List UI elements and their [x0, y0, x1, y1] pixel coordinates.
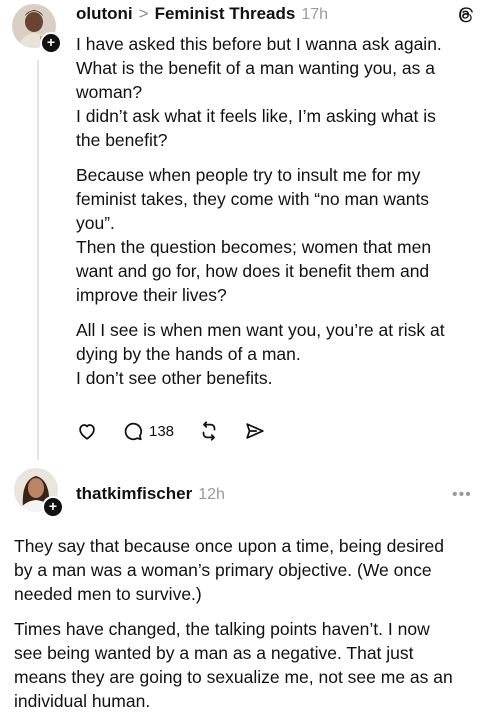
post-body: I have asked this before but I wanna ask…	[76, 32, 476, 390]
repost-icon	[202, 421, 216, 441]
paragraph-1: They say that because once upon a time, …	[14, 534, 484, 606]
text-line: means they are going to sexualize me, no…	[14, 667, 453, 687]
paragraph-1: I have asked this before but I wanna ask…	[76, 32, 476, 152]
text-line: feminist takes, they come with “no man w…	[76, 189, 430, 209]
username[interactable]: olutoni	[76, 4, 133, 24]
text-line: woman?	[76, 82, 143, 102]
avatar-thatkimfischer-wrap[interactable]: +	[14, 468, 66, 520]
share-icon	[246, 423, 264, 439]
text-line: you”.	[76, 213, 115, 233]
thread-line	[37, 60, 39, 460]
text-line: improve their lives?	[76, 285, 227, 305]
text-line: see being wanted by a man as a negative.…	[14, 643, 414, 663]
post-actions: 138	[76, 420, 290, 442]
text-line: I don’t see other benefits.	[76, 368, 273, 388]
comment-count: 138	[149, 422, 175, 440]
post-body: They say that because once upon a time, …	[14, 534, 484, 713]
text-line: Because when people try to insult me for…	[76, 165, 421, 185]
repost-button[interactable]	[198, 420, 220, 442]
share-button[interactable]	[244, 420, 266, 442]
comment-icon	[124, 422, 143, 441]
post-time: 17h	[301, 6, 329, 23]
text-line: They say that because once upon a time, …	[14, 536, 444, 556]
paragraph-3: All I see is when men want you, you’re a…	[76, 318, 476, 390]
text-line: want and go for, how does it benefit the…	[76, 261, 430, 281]
text-line: What is the benefit of a man wanting you…	[76, 58, 435, 78]
avatar-olutoni-wrap[interactable]: +	[12, 4, 64, 56]
text-line: dying by the hands of a man.	[76, 344, 301, 364]
thread-name[interactable]: Feminist Threads	[155, 4, 296, 24]
more-options-icon[interactable]: •••	[452, 486, 472, 504]
post-time: 12h	[198, 486, 225, 503]
heart-icon	[79, 424, 95, 440]
text-line: Then the question becomes; women that me…	[76, 237, 432, 257]
text-line: the benefit?	[76, 130, 168, 150]
follow-plus-icon[interactable]: +	[40, 32, 62, 54]
text-line: by a man was a woman’s primary objective…	[14, 560, 432, 580]
paragraph-2: Because when people try to insult me for…	[76, 163, 476, 307]
text-line: needed men to survive.)	[14, 584, 202, 604]
chevron-right-icon: >	[138, 4, 149, 23]
threads-logo-icon[interactable]	[454, 4, 476, 26]
text-line: All I see is when men want you, you’re a…	[76, 320, 445, 340]
post-meta: thatkimfischer 12h	[76, 484, 225, 504]
username[interactable]: thatkimfischer	[76, 484, 192, 504]
comment-button[interactable]: 138	[122, 420, 174, 442]
text-line: Times have changed, the talking points h…	[14, 619, 430, 639]
like-button[interactable]	[76, 420, 98, 442]
post-meta: olutoni > Feminist Threads 17h	[76, 4, 328, 24]
text-line: I didn’t ask what it feels like, I’m ask…	[76, 106, 436, 126]
follow-plus-icon[interactable]: +	[42, 496, 64, 518]
paragraph-2: Times have changed, the talking points h…	[14, 617, 484, 713]
text-line: individual human.	[14, 691, 151, 711]
text-line: I have asked this before but I wanna ask…	[76, 34, 442, 54]
